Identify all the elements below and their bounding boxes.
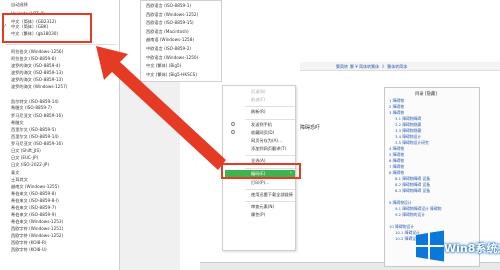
encoding-option[interactable]: 波罗的海文 (Windows-1257) bbox=[11, 84, 67, 90]
menu-separator bbox=[245, 188, 295, 190]
encoding-option[interactable]: 越南文 (Windows-1255) bbox=[11, 184, 59, 190]
highlight-box-context-item bbox=[221, 163, 301, 179]
encoding-option[interactable]: 希伯来文 (ISO-8859-7) bbox=[11, 205, 56, 211]
context-menu-item[interactable]: 后退(B) bbox=[251, 89, 266, 95]
encoding-option[interactable]: 西欧字符 (Windows-1252) bbox=[11, 233, 63, 239]
menu-separator bbox=[245, 118, 295, 120]
encoding-option[interactable]: 阿拉伯文 (ISO-8859-6) bbox=[11, 56, 56, 62]
toc-item[interactable]: 8.3 障碍物障碍 设备 bbox=[395, 188, 430, 194]
encoding-option[interactable]: 希伯来文 (Windows-1253) bbox=[11, 219, 63, 225]
encoding-option[interactable]: 希腊文 bbox=[11, 120, 24, 126]
encoding-option[interactable]: 自动选择 bbox=[11, 2, 28, 8]
encoding-submenu-option[interactable]: 越南语 (Windows-1258) bbox=[146, 37, 194, 43]
toc-title[interactable]: 目录 [隐藏] bbox=[415, 91, 437, 97]
menu-separator bbox=[6, 44, 116, 45]
context-menu-item[interactable]: 使用迅雷下载全部链接 bbox=[251, 192, 293, 198]
context-menu-item[interactable]: 审查元素(N) bbox=[251, 204, 274, 210]
context-menu-item[interactable]: 发送到手机 bbox=[251, 122, 272, 128]
highlight-box-encoding bbox=[2, 13, 92, 43]
encoding-option[interactable]: 西欧字符 (KOI8-R) bbox=[11, 240, 46, 246]
encoding-submenu: 西欧语言 (ISO-8859-1) 西欧语言 (Windows-1252) 西欧语言… bbox=[140, 0, 222, 82]
context-menu-item[interactable]: 属性(P) bbox=[251, 212, 265, 218]
windows-logo-icon bbox=[416, 230, 444, 262]
encoding-option[interactable]: 日文 (Shift_JIS) bbox=[11, 148, 41, 154]
encoding-submenu-option[interactable]: 西欧语言 (ISO-8859-1) bbox=[146, 3, 191, 9]
encoding-option[interactable]: 日文 (EUC-JP) bbox=[11, 155, 38, 161]
toolbar-link-2[interactable]: 繁 ¥ 简体转繁体 bbox=[350, 64, 379, 70]
radio-icon bbox=[231, 130, 235, 135]
toolbar-link-3[interactable]: 》 繁体转简体 bbox=[382, 64, 407, 70]
menu-separator bbox=[245, 201, 295, 202]
encoding-option[interactable]: 阿拉伯文 (Windows-1256) bbox=[11, 49, 63, 55]
encoding-submenu-option[interactable]: 西欧语言 (Macintosh) bbox=[146, 29, 189, 35]
encoding-option[interactable]: 希伯来文 (ISO-8859-8-I) bbox=[11, 198, 59, 204]
encoding-option[interactable]: 希伯来文 (ISO-8859-9) bbox=[11, 212, 56, 218]
context-menu-item[interactable]: 添加到网页翻译(T) bbox=[251, 146, 286, 152]
encoding-submenu-option[interactable]: 中文 (繁体) (Big5-HKSCS) bbox=[146, 72, 197, 78]
encoding-option[interactable]: 波罗的海文 (ISO-8859-13) bbox=[11, 70, 63, 76]
encoding-option[interactable]: 罗马尼亚文 (ISO-8859-16) bbox=[11, 141, 63, 147]
encoding-submenu-option[interactable]: 中欧语言 (ISO-8859-2) bbox=[146, 46, 191, 52]
context-menu-item[interactable]: 收藏网页(D) bbox=[251, 130, 274, 136]
encoding-submenu-option[interactable]: 西欧语言 (ISO-8859-15) bbox=[146, 20, 194, 26]
encoding-option[interactable]: 西欧字符 (Windows-1251) bbox=[11, 226, 63, 232]
encoding-option[interactable]: 波罗的海文 (ISO-8859-4) bbox=[11, 63, 60, 69]
encoding-option[interactable]: 土耳其文 bbox=[11, 177, 28, 183]
encoding-option[interactable]: 罗马尼亚文 (ISO-8859-16) bbox=[11, 113, 63, 119]
encoding-option[interactable]: 西里尔文 (ISO-8859-5) bbox=[11, 127, 56, 133]
encoding-submenu-option[interactable]: 西欧语言 (Windows-1252) bbox=[146, 12, 198, 18]
toolbar-link-1[interactable]: 繁简转 bbox=[336, 64, 348, 70]
encoding-submenu-option[interactable]: 中欧语言 (Windows-1250) bbox=[146, 55, 198, 61]
encoding-option[interactable]: 西欧字符 (KOI8-U) bbox=[11, 247, 47, 253]
context-menu-item[interactable]: 网页另存为(A)... bbox=[251, 138, 282, 144]
menu-separator bbox=[245, 155, 295, 157]
menu-separator bbox=[245, 106, 295, 108]
encoding-option[interactable]: 日文 (ISO-2022-JP) bbox=[11, 162, 49, 168]
encoding-option[interactable]: 希伯来文 (ISO-8859-8) bbox=[11, 191, 56, 197]
context-menu-item[interactable]: 刷新(R) bbox=[251, 109, 266, 115]
context-menu-item[interactable]: 前进(F) bbox=[251, 97, 265, 103]
radio-icon bbox=[231, 122, 235, 127]
context-menu-item[interactable]: 打印(P)... bbox=[251, 180, 269, 186]
encoding-option[interactable]: 西里尔文 (ISO-8859-14) bbox=[11, 134, 59, 140]
toc-item[interactable]: 9.2 障碍物的设计 bbox=[395, 212, 425, 218]
encoding-submenu-option[interactable]: 中文 (繁体) (Big5) bbox=[146, 63, 181, 69]
watermark: Win8系统之家 bbox=[414, 226, 500, 266]
encoding-option[interactable]: 波罗的海文 (ISO-8859-13) bbox=[11, 77, 63, 83]
page-toolbar: 繁简转 繁 ¥ 简体转繁体 》 繁体转简体 bbox=[300, 62, 500, 71]
watermark-text: Win8系统之家 bbox=[444, 242, 500, 255]
page-gray-region bbox=[120, 80, 180, 270]
encoding-option[interactable]: 泰文 bbox=[11, 170, 19, 176]
encoding-option[interactable]: 希腊文 (ISO-8859-7) bbox=[11, 105, 52, 111]
page-heading: 障碍恐吓 bbox=[300, 125, 321, 131]
